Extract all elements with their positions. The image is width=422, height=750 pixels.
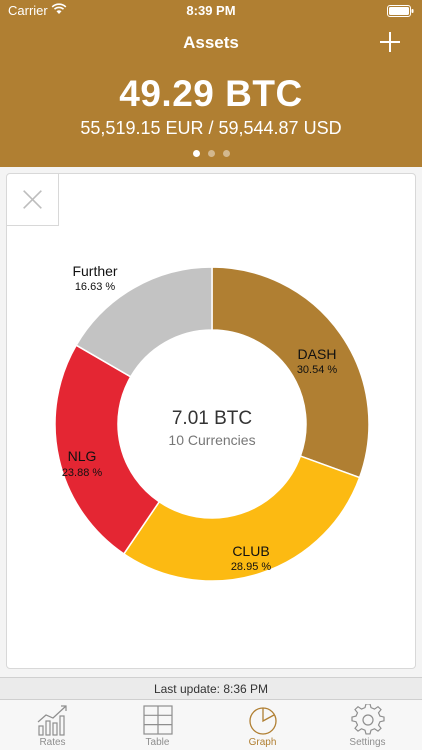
battery-icon bbox=[387, 5, 414, 17]
total-fiat: 55,519.15 EUR / 59,544.87 USD bbox=[80, 118, 342, 138]
segment-label-club: CLUB bbox=[232, 543, 270, 559]
tab-settings[interactable]: Settings bbox=[315, 700, 420, 750]
center-currency-count: 10 Currencies bbox=[168, 432, 256, 448]
chart-icon bbox=[37, 705, 67, 736]
page-dot[interactable] bbox=[222, 150, 230, 157]
chart-card: 7.01 BTC 10 Currencies DASH 30.54 % CLUB… bbox=[6, 173, 416, 669]
page-title: Assets bbox=[183, 33, 239, 52]
page-indicator[interactable] bbox=[0, 144, 422, 162]
header: Carrier 8:39 PM Assets 49.29 BTC 55,519.… bbox=[0, 0, 422, 167]
tab-bar: Rates Table Graph Settings bbox=[0, 699, 422, 750]
tab-table[interactable]: Table bbox=[105, 700, 210, 750]
tab-label: Table bbox=[145, 737, 170, 748]
segment-pct-further: 16.63 % bbox=[74, 281, 116, 293]
table-icon bbox=[143, 705, 173, 735]
tab-label: Rates bbox=[39, 737, 66, 748]
page-dot[interactable] bbox=[192, 150, 200, 157]
page-dot[interactable] bbox=[207, 150, 215, 157]
segment-label-dash: DASH bbox=[297, 346, 337, 362]
segment-label-further: Further bbox=[72, 263, 118, 279]
status-time: 8:39 PM bbox=[186, 3, 236, 18]
tab-rates[interactable]: Rates bbox=[0, 700, 105, 750]
gear-icon bbox=[351, 704, 385, 735]
segment-label-nlg: NLG bbox=[67, 448, 97, 464]
segment-pct-nlg: 23.88 % bbox=[61, 467, 103, 479]
add-button[interactable] bbox=[378, 30, 402, 54]
tab-label: Graph bbox=[248, 737, 277, 748]
status-bar: Carrier 8:39 PM bbox=[0, 0, 422, 22]
tab-label: Settings bbox=[349, 737, 386, 748]
last-update-bar: Last update: 8:36 PM bbox=[0, 677, 422, 699]
pie-chart-icon bbox=[249, 707, 277, 735]
tab-graph[interactable]: Graph bbox=[210, 700, 315, 750]
total-btc: 49.29 BTC bbox=[119, 73, 303, 114]
segment-pct-club: 28.95 % bbox=[230, 561, 272, 573]
center-btc-value: 7.01 BTC bbox=[171, 408, 253, 429]
segment-pct-dash: 30.54 % bbox=[296, 364, 338, 376]
